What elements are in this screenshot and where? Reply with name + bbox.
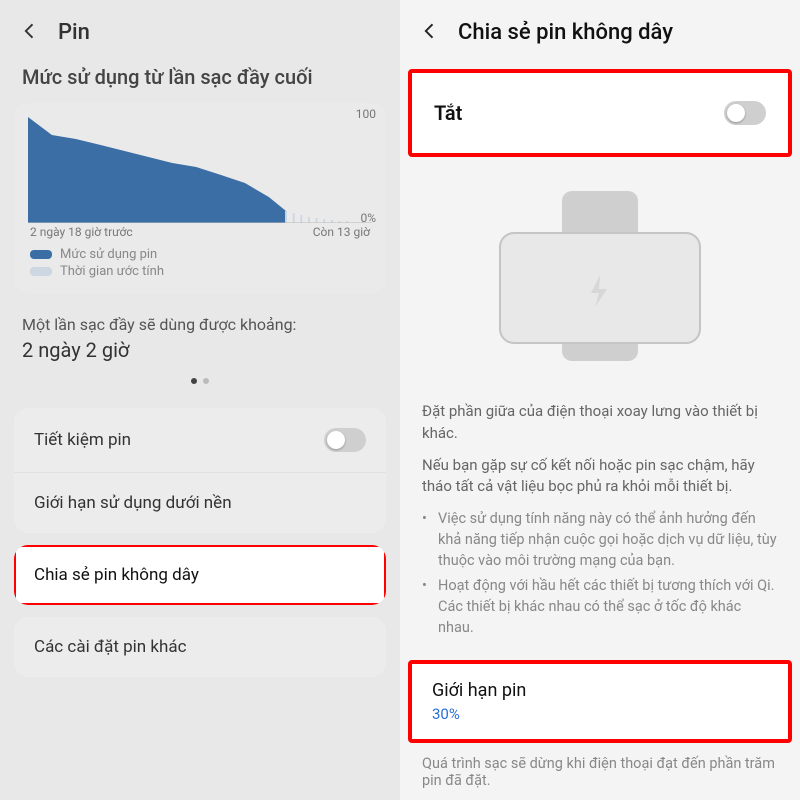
desc-line-2: Nếu bạn gặp sự cố kết nối hoặc pin sạc c… <box>422 455 778 499</box>
usage-chart-card: 100 0% <box>14 103 386 293</box>
more-battery-settings-label: Các cài đặt pin khác <box>34 637 187 657</box>
wireless-powershare-label: Chia sẻ pin không dây <box>34 565 199 585</box>
settings-list-2: Chia sẻ pin không dây <box>14 545 386 605</box>
page-title: Chia sẻ pin không dây <box>458 20 673 45</box>
usage-chart: 100 0% <box>28 113 372 223</box>
bullet-list: •Việc sử dụng tính năng này có thể ảnh h… <box>422 508 778 638</box>
powershare-toggle-card: Tắt <box>408 69 792 157</box>
powershare-illustration <box>400 169 800 401</box>
legend-swatch-estimate <box>30 267 52 276</box>
footer-note: Quá trình sạc sẽ dừng khi điện thoại đạt… <box>400 747 800 789</box>
description-block: Đặt phần giữa của điện thoại xoay lưng v… <box>400 401 800 652</box>
legend-estimate-label: Thời gian ước tính <box>60 264 164 279</box>
page-title: Pin <box>58 20 90 45</box>
battery-limit-value: 30% <box>432 705 768 723</box>
powershare-toggle[interactable] <box>724 101 766 125</box>
header: Chia sẻ pin không dây <box>400 0 800 65</box>
back-icon[interactable] <box>20 21 40 45</box>
full-charge-info: Một lần sạc đầy sẽ dùng được khoảng: 2 n… <box>0 303 400 372</box>
more-battery-settings-item[interactable]: Các cài đặt pin khác <box>14 617 386 677</box>
bullet-2: Hoạt động với hầu hết các thiết bị tương… <box>438 575 778 638</box>
desc-line-1: Đặt phần giữa của điện thoại xoay lưng v… <box>422 401 778 445</box>
chart-x-labels: 2 ngày 18 giờ trước Còn 13 giờ <box>24 225 376 239</box>
legend-swatch-usage <box>30 250 52 259</box>
chart-y-max: 100 <box>356 107 376 121</box>
bullet-1: Việc sử dụng tính năng này có thể ảnh hư… <box>438 508 778 571</box>
full-charge-label: Một lần sạc đầy sẽ dùng được khoảng: <box>22 315 378 334</box>
full-charge-value: 2 ngày 2 giờ <box>22 338 378 362</box>
usage-section-label: Mức sử dụng từ lần sạc đầy cuối <box>0 65 400 97</box>
header: Pin <box>0 0 400 65</box>
powershare-state-label: Tắt <box>434 101 462 125</box>
back-icon[interactable] <box>420 21 440 45</box>
chart-legend: Mức sử dụng pin Thời gian ước tính <box>24 247 376 279</box>
pager-dots <box>0 372 400 396</box>
wireless-powershare-item[interactable]: Chia sẻ pin không dây <box>14 545 386 605</box>
pager-dot-active <box>191 378 197 384</box>
legend-usage-label: Mức sử dụng pin <box>60 247 157 262</box>
settings-list-3: Các cài đặt pin khác <box>14 617 386 677</box>
power-saving-label: Tiết kiệm pin <box>34 430 131 450</box>
pager-dot <box>203 378 209 384</box>
background-limit-label: Giới hạn sử dụng dưới nền <box>34 493 232 513</box>
chart-y-min: 0% <box>360 211 376 225</box>
battery-settings-panel: Pin Mức sử dụng từ lần sạc đầy cuối 100 … <box>0 0 400 800</box>
chart-x-left: 2 ngày 18 giờ trước <box>30 225 133 239</box>
battery-limit-item[interactable]: Giới hạn pin 30% <box>408 660 792 743</box>
battery-limit-label: Giới hạn pin <box>432 680 768 701</box>
power-saving-toggle[interactable] <box>324 428 366 452</box>
powershare-panel: Chia sẻ pin không dây Tắt Đặt phần giữa … <box>400 0 800 800</box>
settings-list-1: Tiết kiệm pin Giới hạn sử dụng dưới nền <box>14 408 386 533</box>
chart-x-right: Còn 13 giờ <box>313 225 370 239</box>
background-limit-item[interactable]: Giới hạn sử dụng dưới nền <box>14 472 386 533</box>
power-saving-item[interactable]: Tiết kiệm pin <box>14 408 386 472</box>
